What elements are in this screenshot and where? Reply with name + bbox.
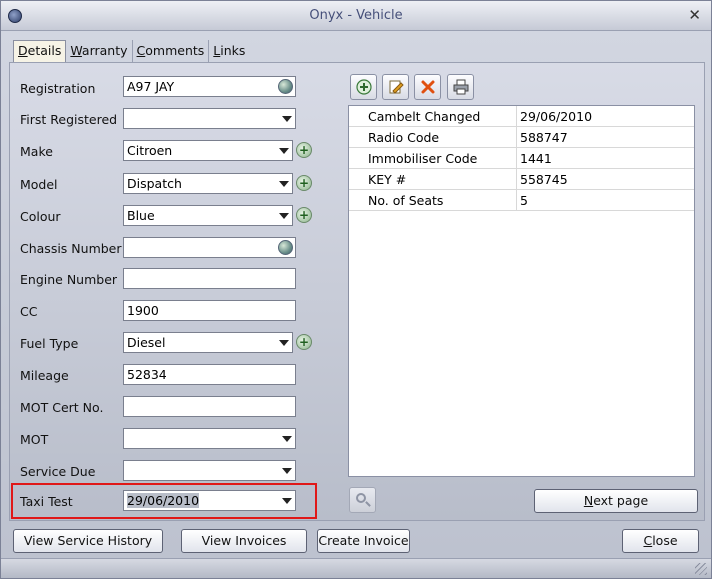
fuel-type-label: Fuel Type	[20, 336, 79, 351]
tab-strip: Details Warranty Comments Links	[13, 40, 249, 63]
chevron-down-icon[interactable]	[278, 177, 290, 190]
registration-input[interactable]: A97 JAY	[123, 76, 296, 97]
chevron-down-icon[interactable]	[281, 432, 293, 445]
mileage-label: Mileage	[20, 368, 69, 383]
chevron-down-icon[interactable]	[278, 209, 290, 222]
print-button[interactable]	[447, 74, 474, 100]
details-grid: Cambelt Changed 29/06/2010 Radio Code 58…	[348, 105, 695, 477]
search-button[interactable]	[349, 487, 376, 513]
registration-label: Registration	[20, 81, 96, 96]
add-record-button[interactable]	[350, 74, 377, 100]
chassis-globe-icon[interactable]	[278, 240, 293, 255]
chevron-down-icon[interactable]	[281, 494, 293, 507]
engine-number-input[interactable]	[123, 268, 296, 289]
delete-record-button[interactable]	[414, 74, 441, 100]
resize-grip-icon[interactable]	[695, 563, 707, 575]
next-page-button[interactable]: Next page	[534, 489, 698, 513]
make-dropdown[interactable]: Citroen	[123, 140, 293, 161]
tab-comments[interactable]: Comments	[133, 40, 210, 62]
tab-details[interactable]: Details	[13, 40, 67, 63]
printer-icon	[453, 79, 468, 95]
fuel-type-dropdown[interactable]: Diesel	[123, 332, 293, 353]
edit-record-button[interactable]	[382, 74, 409, 100]
tab-links[interactable]: Links	[209, 40, 249, 62]
grid-row[interactable]: Immobiliser Code 1441	[349, 148, 694, 169]
colour-label: Colour	[20, 209, 61, 224]
window-title: Onyx - Vehicle	[309, 8, 403, 23]
chevron-down-icon[interactable]	[278, 336, 290, 349]
chevron-down-icon[interactable]	[278, 144, 290, 157]
grid-row[interactable]: Radio Code 588747	[349, 127, 694, 148]
engine-number-label: Engine Number	[20, 272, 118, 287]
service-due-dropdown[interactable]	[123, 460, 296, 481]
window-close-icon[interactable]: ✕	[688, 6, 701, 24]
title-bar: Onyx - Vehicle ✕	[1, 1, 711, 31]
make-add-icon[interactable]: +	[296, 142, 312, 158]
chassis-number-label: Chassis Number	[20, 241, 122, 256]
model-label: Model	[20, 177, 58, 192]
grid-row[interactable]: No. of Seats 5	[349, 190, 694, 211]
chassis-number-input[interactable]	[123, 237, 296, 258]
tab-warranty[interactable]: Warranty	[66, 40, 133, 62]
create-invoice-button[interactable]: Create Invoice	[317, 529, 410, 553]
add-icon	[355, 79, 372, 95]
grid-row[interactable]: KEY # 558745	[349, 169, 694, 190]
taxi-test-label: Taxi Test	[20, 494, 73, 509]
model-dropdown[interactable]: Dispatch	[123, 173, 293, 194]
first-registered-label: First Registered	[20, 112, 118, 127]
chevron-down-icon[interactable]	[281, 112, 293, 125]
close-button[interactable]: Close	[622, 529, 699, 553]
first-registered-dropdown[interactable]	[123, 108, 296, 129]
make-label: Make	[20, 144, 53, 159]
mot-dropdown[interactable]	[123, 428, 296, 449]
mot-cert-label: MOT Cert No.	[20, 400, 104, 415]
grid-row[interactable]: Cambelt Changed 29/06/2010	[349, 106, 694, 127]
registration-globe-icon[interactable]	[278, 79, 293, 94]
view-service-history-button[interactable]: View Service History	[13, 529, 163, 553]
mot-cert-input[interactable]	[123, 396, 296, 417]
status-bar	[1, 558, 711, 578]
colour-add-icon[interactable]: +	[296, 207, 312, 223]
colour-dropdown[interactable]: Blue	[123, 205, 293, 226]
view-invoices-button[interactable]: View Invoices	[181, 529, 307, 553]
edit-icon	[389, 80, 404, 94]
mot-label: MOT	[20, 432, 49, 447]
fuel-type-add-icon[interactable]: +	[296, 334, 312, 350]
taxi-test-dropdown[interactable]: 29/06/2010	[123, 490, 296, 511]
vehicle-window: Onyx - Vehicle ✕ Details Warranty Commen…	[0, 0, 712, 579]
chevron-down-icon[interactable]	[281, 464, 293, 477]
cc-input[interactable]: 1900	[123, 300, 296, 321]
service-due-label: Service Due	[20, 464, 96, 479]
mileage-input[interactable]: 52834	[123, 364, 296, 385]
model-add-icon[interactable]: +	[296, 175, 312, 191]
delete-icon	[421, 80, 434, 94]
cc-label: CC	[20, 304, 38, 319]
